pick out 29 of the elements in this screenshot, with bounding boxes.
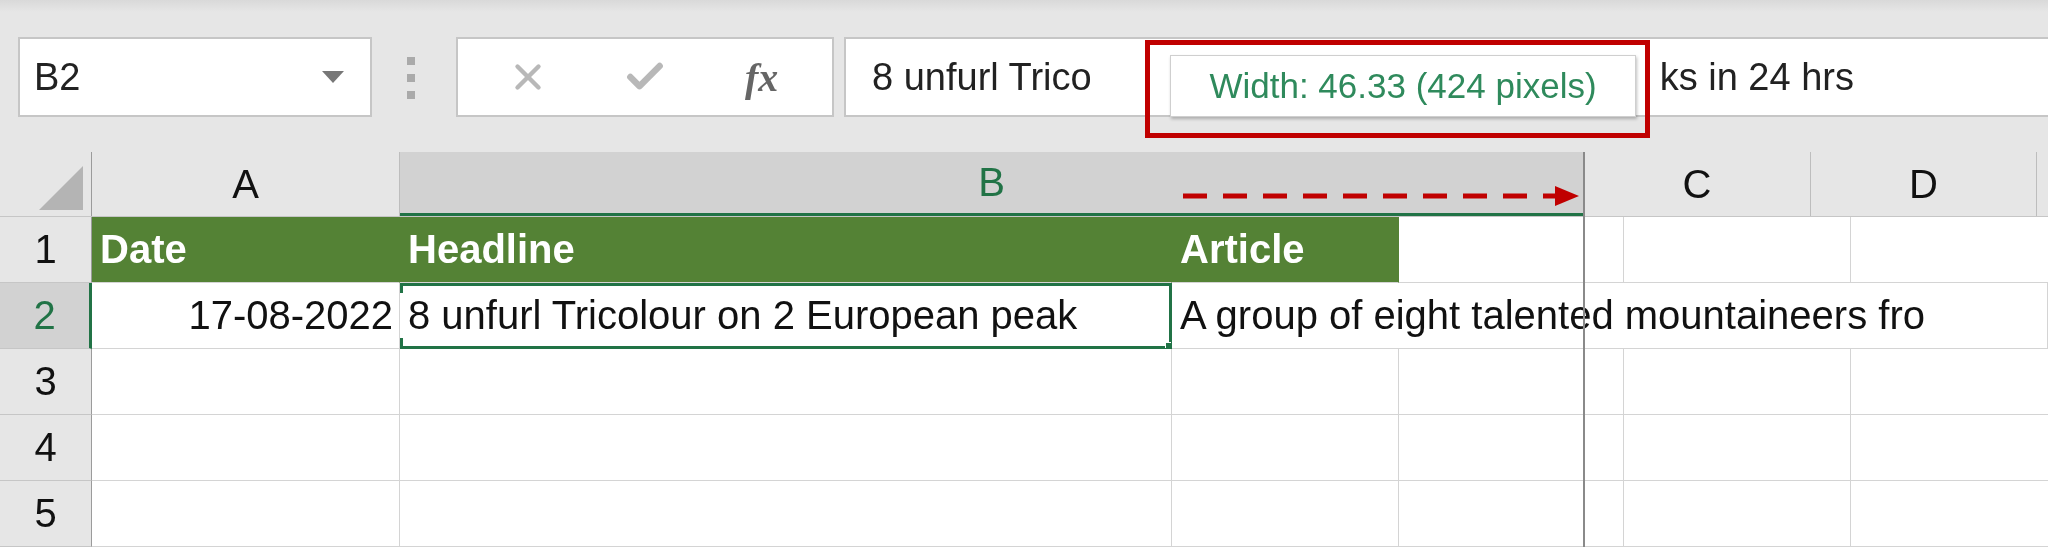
name-box[interactable]: B2 (18, 37, 372, 117)
empty-cell[interactable] (400, 481, 1172, 547)
grip-icon (404, 57, 418, 99)
select-all-icon[interactable] (39, 166, 83, 210)
header-cell: Article (1172, 217, 1399, 283)
row-header[interactable]: 2 (0, 283, 92, 349)
row-header[interactable]: 4 (0, 415, 92, 481)
empty-cell[interactable] (1624, 415, 1851, 481)
dropdown-caret-icon (322, 71, 344, 83)
empty-cell[interactable] (400, 415, 1172, 481)
column-header[interactable]: B (400, 152, 1584, 216)
empty-cell[interactable] (1624, 349, 1851, 415)
empty-cell[interactable] (1172, 415, 1399, 481)
empty-cell[interactable] (400, 349, 1172, 415)
header-cell: Headline (400, 217, 1172, 283)
empty-cell[interactable] (1172, 481, 1399, 547)
width-tooltip: Width: 46.33 (424 pixels) (1170, 55, 1636, 117)
empty-cell[interactable] (1624, 481, 1851, 547)
row-header[interactable]: 5 (0, 481, 92, 547)
header-cell: Date (92, 217, 400, 283)
selected-cell[interactable]: 8 unfurl Tricolour on 2 European peak (400, 283, 1172, 349)
row-header[interactable]: 3 (0, 349, 92, 415)
cell-text: 8 unfurl Tricolour on 2 European peak (400, 293, 1078, 338)
insert-function-button[interactable]: fx (726, 47, 797, 107)
row-header[interactable]: 1 (0, 217, 92, 283)
table-cell[interactable]: A group of eight talented mountaineers fro (1172, 283, 2048, 349)
empty-cell[interactable] (1172, 349, 1399, 415)
empty-cell[interactable] (1624, 217, 1851, 283)
table-cell[interactable]: 17-08-2022 (92, 283, 400, 349)
